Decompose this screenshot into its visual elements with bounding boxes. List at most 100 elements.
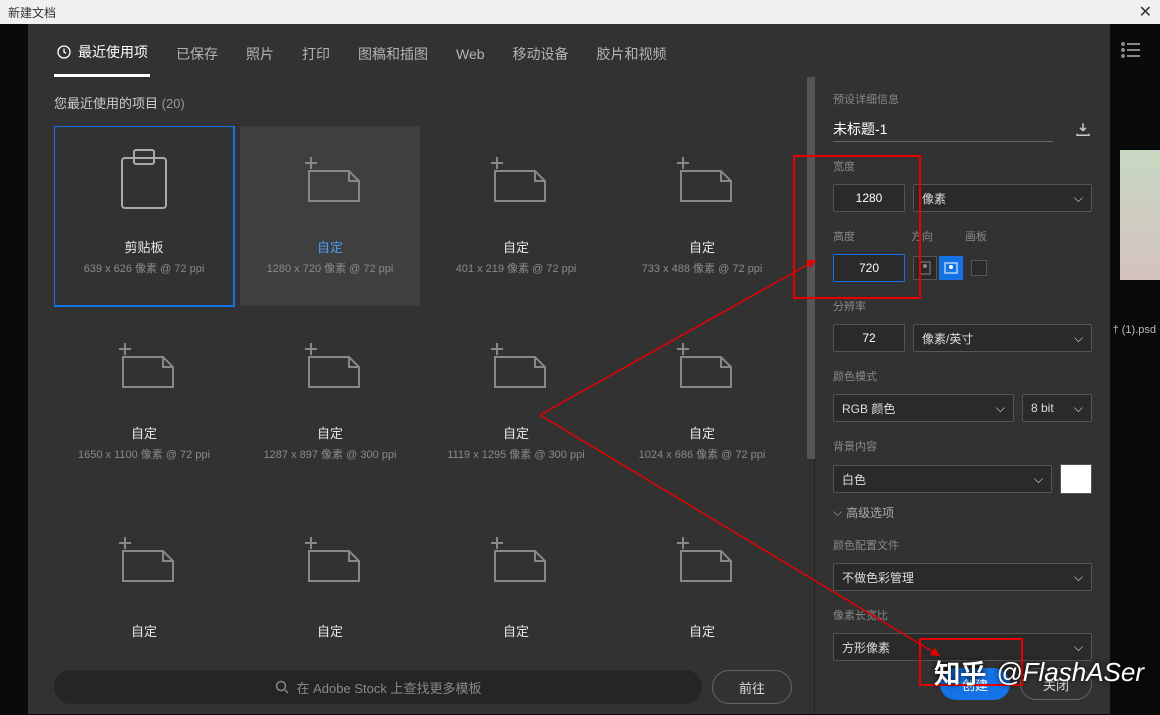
preset-card[interactable]: 自定1287 x 897 像素 @ 300 ppi bbox=[240, 312, 420, 492]
recent-label: 您最近使用的项目 bbox=[54, 96, 158, 111]
height-input[interactable] bbox=[833, 254, 905, 282]
preset-card[interactable]: 自定1119 x 1295 像素 @ 300 ppi bbox=[426, 312, 606, 492]
tab-label: 照片 bbox=[246, 44, 274, 64]
search-placeholder: 在 Adobe Stock 上查找更多模板 bbox=[297, 678, 482, 697]
advanced-label: 高级选项 bbox=[846, 504, 894, 521]
background-select[interactable]: 白色⌵ bbox=[833, 465, 1052, 493]
select-value: 方形像素 bbox=[842, 639, 890, 656]
preset-card[interactable]: 自定 bbox=[54, 498, 234, 654]
orientation-landscape-button[interactable] bbox=[939, 256, 963, 280]
width-label: 宽度 bbox=[833, 158, 1092, 174]
tab-photo[interactable]: 照片 bbox=[244, 36, 276, 77]
search-input[interactable]: 在 Adobe Stock 上查找更多模板 bbox=[54, 670, 702, 704]
recent-count: (20) bbox=[162, 96, 185, 111]
color-bit-select[interactable]: 8 bit ⌵ bbox=[1022, 394, 1092, 422]
page-icon bbox=[614, 126, 790, 231]
tab-mobile[interactable]: 移动设备 bbox=[511, 36, 571, 77]
select-value: RGB 颜色 bbox=[842, 400, 895, 417]
clipboard-icon bbox=[56, 126, 232, 231]
color-mode-label: 颜色模式 bbox=[833, 368, 1092, 384]
chevron-down-icon: ⌵ bbox=[996, 401, 1005, 416]
tab-art[interactable]: 图稿和插图 bbox=[356, 36, 430, 77]
height-label: 高度 bbox=[833, 228, 855, 244]
background-file-label: † (1).psd bbox=[1113, 324, 1156, 336]
card-title: 剪贴板 bbox=[124, 237, 163, 256]
tab-recent[interactable]: 最近使用项 bbox=[54, 36, 150, 77]
width-unit-select[interactable]: 像素⌵ bbox=[913, 184, 1092, 212]
resolution-input[interactable] bbox=[833, 324, 905, 352]
preset-card[interactable]: 自定401 x 219 像素 @ 72 ppi bbox=[426, 126, 606, 306]
chevron-down-icon: ⌵ bbox=[1074, 640, 1083, 655]
tab-saved[interactable]: 已保存 bbox=[174, 36, 220, 77]
pixel-aspect-label: 像素长宽比 bbox=[833, 607, 1092, 623]
preset-card[interactable]: 自定 1280 x 720 像素 @ 72 ppi bbox=[240, 126, 420, 306]
tab-label: 图稿和插图 bbox=[358, 44, 428, 64]
preset-card[interactable]: 自定1024 x 686 像素 @ 72 ppi bbox=[612, 312, 792, 492]
page-icon bbox=[428, 503, 604, 615]
card-subtitle: 1024 x 686 像素 @ 72 ppi bbox=[639, 446, 766, 462]
background-thumbnail bbox=[1120, 150, 1160, 280]
tab-label: 已保存 bbox=[176, 44, 218, 64]
category-tabs: 最近使用项 已保存 照片 打印 图稿和插图 Web 移动设备 胶片和视频 bbox=[28, 24, 1110, 77]
select-value: 不做色彩管理 bbox=[842, 569, 914, 586]
resolution-unit-select[interactable]: 像素/英寸 ⌵ bbox=[913, 324, 1092, 352]
preset-card[interactable]: 自定 bbox=[612, 498, 792, 654]
preset-card[interactable]: 自定 733 x 488 像素 @ 72 ppi bbox=[612, 126, 792, 306]
card-subtitle: 1280 x 720 像素 @ 72 ppi bbox=[267, 260, 394, 276]
unit-label: 像素/英寸 bbox=[922, 330, 973, 347]
tab-print[interactable]: 打印 bbox=[300, 36, 332, 77]
page-icon bbox=[614, 312, 790, 417]
chevron-down-icon: ⌵ bbox=[1074, 401, 1083, 416]
color-mode-select[interactable]: RGB 颜色 ⌵ bbox=[833, 394, 1014, 422]
artboard-checkbox[interactable] bbox=[971, 260, 987, 276]
card-title: 自定 bbox=[317, 621, 343, 640]
color-profile-select[interactable]: 不做色彩管理 ⌵ bbox=[833, 563, 1092, 591]
advanced-toggle[interactable]: ⌵高级选项 bbox=[833, 504, 1092, 521]
watermark-logo: 知乎 bbox=[934, 654, 986, 691]
preset-name-input[interactable] bbox=[833, 117, 1053, 142]
chevron-down-icon: ⌵ bbox=[1074, 331, 1083, 346]
unit-label: 像素 bbox=[922, 190, 946, 207]
scrollbar[interactable] bbox=[807, 77, 815, 459]
preset-card[interactable]: 自定1650 x 1100 像素 @ 72 ppi bbox=[54, 312, 234, 492]
save-preset-icon[interactable] bbox=[1074, 121, 1092, 139]
select-value: 8 bit bbox=[1031, 401, 1054, 415]
card-subtitle: 733 x 488 像素 @ 72 ppi bbox=[642, 260, 763, 276]
orientation-portrait-button[interactable] bbox=[913, 256, 937, 280]
page-icon bbox=[428, 126, 604, 231]
card-title: 自定 bbox=[689, 621, 715, 640]
portrait-icon bbox=[919, 261, 931, 275]
tab-film[interactable]: 胶片和视频 bbox=[595, 36, 669, 77]
card-title: 自定 bbox=[131, 621, 157, 640]
preset-header: 预设详细信息 bbox=[833, 91, 1092, 107]
artboard-label: 画板 bbox=[965, 228, 987, 244]
recent-header: 您最近使用的项目 (20) bbox=[54, 93, 792, 112]
page-icon bbox=[614, 503, 790, 615]
preset-card[interactable]: 剪贴板639 x 626 像素 @ 72 ppi bbox=[54, 126, 234, 306]
card-subtitle: 1650 x 1100 像素 @ 72 ppi bbox=[78, 446, 210, 462]
color-profile-label: 颜色配置文件 bbox=[833, 537, 1092, 553]
preset-panel: 预设详细信息 宽度 像素⌵ 高度 方向 画板 bbox=[814, 77, 1110, 714]
card-title: 自定 bbox=[317, 237, 343, 256]
tab-label: 最近使用项 bbox=[78, 42, 148, 62]
page-icon bbox=[242, 312, 418, 417]
card-title: 自定 bbox=[689, 237, 715, 256]
close-icon[interactable]: ✕ bbox=[1139, 2, 1152, 22]
go-button[interactable]: 前往 bbox=[712, 670, 792, 704]
background-color-swatch[interactable] bbox=[1060, 464, 1092, 494]
preset-card[interactable]: 自定 bbox=[426, 498, 606, 654]
card-title: 自定 bbox=[317, 423, 343, 442]
page-icon bbox=[242, 503, 418, 615]
resolution-label: 分辨率 bbox=[833, 298, 1092, 314]
card-title: 自定 bbox=[503, 237, 529, 256]
card-subtitle: 1119 x 1295 像素 @ 300 ppi bbox=[447, 446, 584, 462]
tab-label: 移动设备 bbox=[513, 44, 569, 64]
chevron-down-icon: ⌵ bbox=[1074, 570, 1083, 585]
watermark: 知乎 @FlashASer bbox=[934, 654, 1144, 691]
chevron-down-icon: ⌵ bbox=[1034, 472, 1043, 487]
width-input[interactable] bbox=[833, 184, 905, 212]
preset-card[interactable]: 自定 bbox=[240, 498, 420, 654]
window-title: 新建文档 bbox=[8, 4, 56, 21]
page-icon bbox=[242, 126, 418, 231]
tab-web[interactable]: Web bbox=[454, 36, 487, 77]
